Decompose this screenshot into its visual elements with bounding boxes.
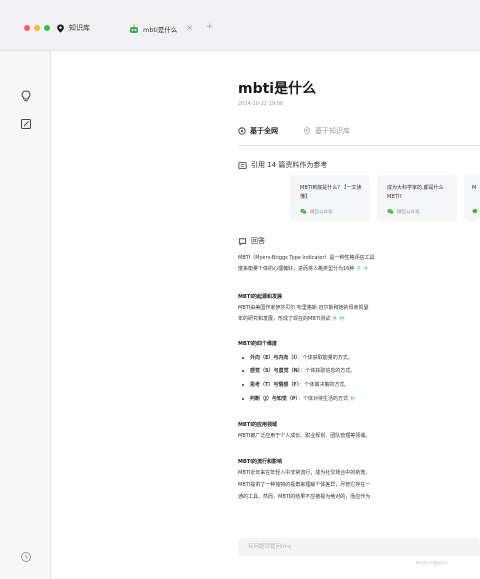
answer-line: MBTI提供了一种独特的视角来理解个体差异，尽管它存在一 [238, 482, 371, 488]
reference-badge[interactable]: 1 [356, 266, 362, 271]
history-clock-icon[interactable] [20, 551, 32, 563]
citation-card-source: 微信公众号 [300, 208, 333, 215]
citation-card-title: M [472, 185, 477, 191]
answer-line: MBTI由美国作家伊莎贝尔·布里格斯·迈尔斯和她的母亲凯瑟 [238, 305, 369, 311]
answer-line: MBTI被广泛应用于个人成长、职业规划、团队管理等领域。 [238, 433, 371, 439]
section-heading: MBTI的四个维度 [238, 341, 278, 347]
reference-badge[interactable]: 10 [339, 316, 345, 321]
citations-heading-label: 引用 14 篇资料作为参考 [251, 161, 328, 169]
citation-card[interactable]: M [464, 175, 480, 221]
edit-note-icon[interactable] [20, 118, 32, 130]
tab-web-search-label: 基于全网 [250, 127, 278, 135]
list-item: 思考（T）与情感（F）：个体做决策的方式。 [238, 381, 349, 388]
citation-card-title: 成为大科学家的,都是什么MBTI? [387, 185, 444, 200]
citation-card-title: MBTI到底是什么? 【一文读懂】 [300, 185, 362, 200]
citations-heading: 引用 14 篇资料作为参考 [238, 160, 327, 170]
citation-card-source [472, 208, 480, 215]
page-title: mbti是什么 [238, 81, 317, 97]
references-icon [238, 161, 247, 169]
reference-badge[interactable]: 10 [350, 396, 356, 401]
close-window-button[interactable] [24, 25, 30, 31]
model-disclaimer: 腾讯混元大模型驱动 [416, 561, 448, 565]
section-heading: MBTI的流行和影响 [238, 459, 283, 465]
answer-line: MBTI（Myers-Briggs Type Indicator）是一种性格评估… [238, 255, 375, 261]
title-bar: 知识库 mbti是什么 × + [0, 0, 480, 51]
chat-input-bar[interactable] [238, 538, 480, 556]
wechat-icon [387, 209, 394, 215]
tab-web-search[interactable]: 基于全网 [238, 126, 278, 136]
tab-knowledge-base-label: 知识库 [69, 24, 90, 32]
robot-logo-icon [130, 24, 138, 33]
list-item: 判断（J）与知觉（P）：个体对待生活的方式 10 [238, 395, 356, 402]
new-tab-icon[interactable]: + [206, 22, 214, 32]
timestamp: 2024-10-22 19:06 [238, 101, 284, 107]
tab-document[interactable]: mbti是什么 × [123, 15, 205, 43]
answer-line: MBTI近年来在年轻人中非常流行，成为社交场合中的新宠。 [238, 470, 371, 476]
answer-line: 通的工具。然而，MBTI的结果不应被视为绝对的，而应作为 [238, 494, 371, 500]
location-pin-icon [57, 23, 64, 33]
compass-icon [238, 127, 246, 135]
answer-line: 度来衡量个体的心理偏好，进而将人格类型分为16种 1 4 [238, 266, 369, 272]
citation-card-source: 微信公众号 [387, 208, 420, 215]
section-heading: MBTI的起源和发展 [238, 294, 283, 300]
citation-card[interactable]: MBTI到底是什么? 【一文读懂】 微信公众号 [290, 175, 370, 221]
citation-card[interactable]: 成为大科学家的,都是什么MBTI? 微信公众号 [377, 175, 457, 221]
tab-document-label: mbti是什么 [143, 26, 178, 34]
zoom-window-button[interactable] [44, 25, 50, 31]
citation-card-source-label: 微信公众号 [310, 209, 333, 215]
minimize-window-button[interactable] [34, 25, 40, 31]
list-item: 外向（E）与内向（I）：个体获取能量的方式。 [238, 354, 353, 361]
citation-card-source-label: 微信公众号 [397, 209, 420, 215]
answer-heading: 回答 [238, 236, 265, 246]
chat-bubble-icon [238, 237, 247, 246]
location-pin-outline-icon [304, 127, 310, 135]
tab-knowledge-search-label: 基于知识库 [315, 127, 350, 135]
wechat-icon [300, 209, 307, 215]
list-item: 感觉（S）与直觉（N）：个体获取信息的方式。 [238, 367, 355, 374]
lightbulb-icon[interactable] [20, 90, 32, 102]
section-heading: MBTI的应用领域 [238, 422, 278, 428]
tab-knowledge-search[interactable]: 基于知识库 [303, 126, 350, 136]
question-input[interactable] [248, 541, 468, 553]
content-fade [238, 518, 480, 534]
answer-heading-label: 回答 [251, 237, 265, 245]
wechat-icon [472, 209, 478, 214]
sidebar [0, 51, 51, 579]
tab-close-icon[interactable]: × [186, 23, 193, 32]
reference-badge[interactable]: 8 [332, 316, 338, 321]
reference-badge[interactable]: 4 [363, 266, 369, 271]
answer-line: 年的研究和发展，形成了现在的MBTI测试 8 10 [238, 316, 345, 322]
tab-knowledge-base[interactable]: 知识库 [56, 21, 90, 35]
divider [238, 145, 480, 146]
